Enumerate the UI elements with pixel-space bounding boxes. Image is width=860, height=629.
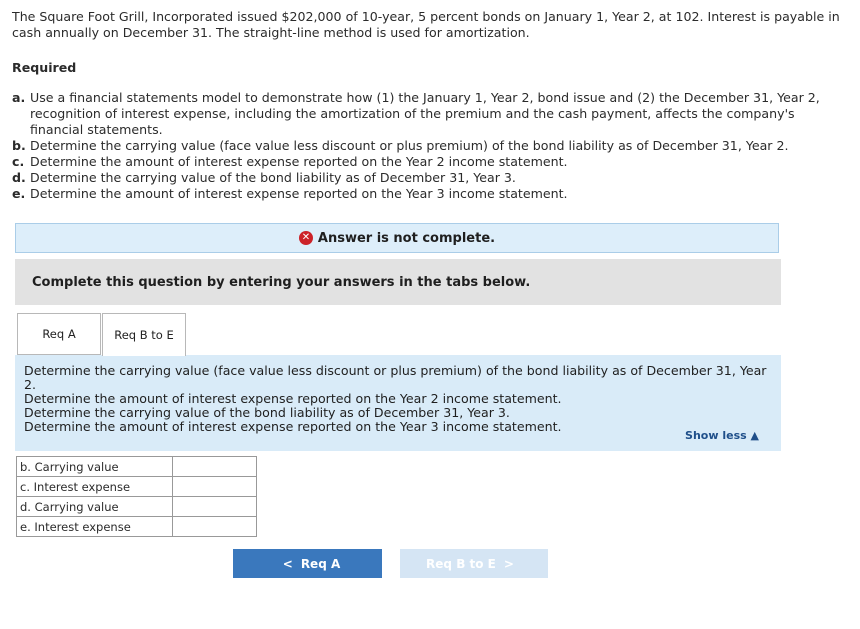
chevron-left-icon: < — [282, 556, 293, 571]
prev-tab-button[interactable]: < Req A — [233, 549, 382, 578]
required-item-text: Determine the carrying value of the bond… — [30, 170, 516, 185]
required-list: a. Use a financial statements model to d… — [12, 90, 847, 202]
panel-line: Determine the amount of interest expense… — [24, 391, 562, 406]
next-tab-label: Req B to E — [426, 556, 496, 571]
answer-label: c. Interest expense — [16, 476, 173, 497]
required-heading: Required — [12, 60, 77, 75]
required-item-text: Determine the amount of interest expense… — [30, 154, 568, 169]
carrying-value-year2-input[interactable] — [173, 457, 256, 476]
required-item-letter: e. — [12, 186, 26, 201]
required-item-text: Use a financial statements model to demo… — [30, 90, 820, 137]
answer-status-text: Answer is not complete. — [317, 230, 496, 246]
instructions-text: Complete this question by entering your … — [32, 274, 531, 290]
required-item-b: b. Determine the carrying value (face va… — [12, 138, 847, 154]
tab-label: Req A — [42, 327, 76, 341]
table-row: d. Carrying value — [16, 496, 257, 517]
required-item-d: d. Determine the carrying value of the b… — [12, 170, 847, 186]
answer-table: b. Carrying value c. Interest expense d.… — [16, 456, 257, 537]
answer-label: e. Interest expense — [16, 516, 173, 537]
answer-status-banner: ✕ Answer is not complete. — [15, 223, 779, 253]
carrying-value-year3-input[interactable] — [173, 497, 256, 516]
answer-label: d. Carrying value — [16, 496, 173, 517]
problem-text: The Square Foot Grill, Incorporated issu… — [12, 9, 840, 40]
chevron-right-icon: > — [503, 556, 514, 571]
triangle-up-icon: ▲ — [750, 429, 759, 442]
required-item-text: Determine the amount of interest expense… — [30, 186, 568, 201]
table-row: b. Carrying value — [16, 456, 257, 477]
required-item-letter: b. — [12, 138, 26, 153]
answer-cell — [172, 456, 257, 477]
question-panel: Determine the carrying value (face value… — [15, 355, 781, 451]
required-item-c: c. Determine the amount of interest expe… — [12, 154, 847, 170]
tab-label: Req B to E — [114, 328, 174, 342]
answer-cell — [172, 496, 257, 517]
required-item-letter: a. — [12, 90, 26, 105]
answer-label: b. Carrying value — [16, 456, 173, 477]
table-row: c. Interest expense — [16, 476, 257, 497]
tab-req-b-to-e[interactable]: Req B to E — [102, 313, 186, 356]
show-less-label: Show less — [685, 429, 747, 442]
prev-tab-label: Req A — [300, 556, 341, 571]
panel-line: Determine the amount of interest expense… — [24, 419, 562, 434]
required-item-text: Determine the carrying value (face value… — [30, 138, 789, 153]
required-item-letter: c. — [12, 154, 25, 169]
tab-req-a[interactable]: Req A — [17, 313, 101, 355]
panel-line: Determine the carrying value (face value… — [24, 363, 767, 392]
show-less-link[interactable]: Show less ▲ — [685, 429, 759, 443]
answer-cell — [172, 476, 257, 497]
interest-expense-year2-input[interactable] — [173, 477, 256, 496]
table-row: e. Interest expense — [16, 516, 257, 537]
interest-expense-year3-input[interactable] — [173, 517, 256, 536]
answer-cell — [172, 516, 257, 537]
instructions-bar: Complete this question by entering your … — [15, 259, 781, 305]
required-item-e: e. Determine the amount of interest expe… — [12, 186, 847, 202]
problem-statement: The Square Foot Grill, Incorporated issu… — [12, 9, 847, 41]
required-item-letter: d. — [12, 170, 26, 185]
required-item-a: a. Use a financial statements model to d… — [12, 90, 847, 138]
next-tab-button[interactable]: Req B to E > — [400, 549, 548, 578]
x-circle-icon: ✕ — [298, 231, 313, 245]
panel-line: Determine the carrying value of the bond… — [24, 405, 510, 420]
